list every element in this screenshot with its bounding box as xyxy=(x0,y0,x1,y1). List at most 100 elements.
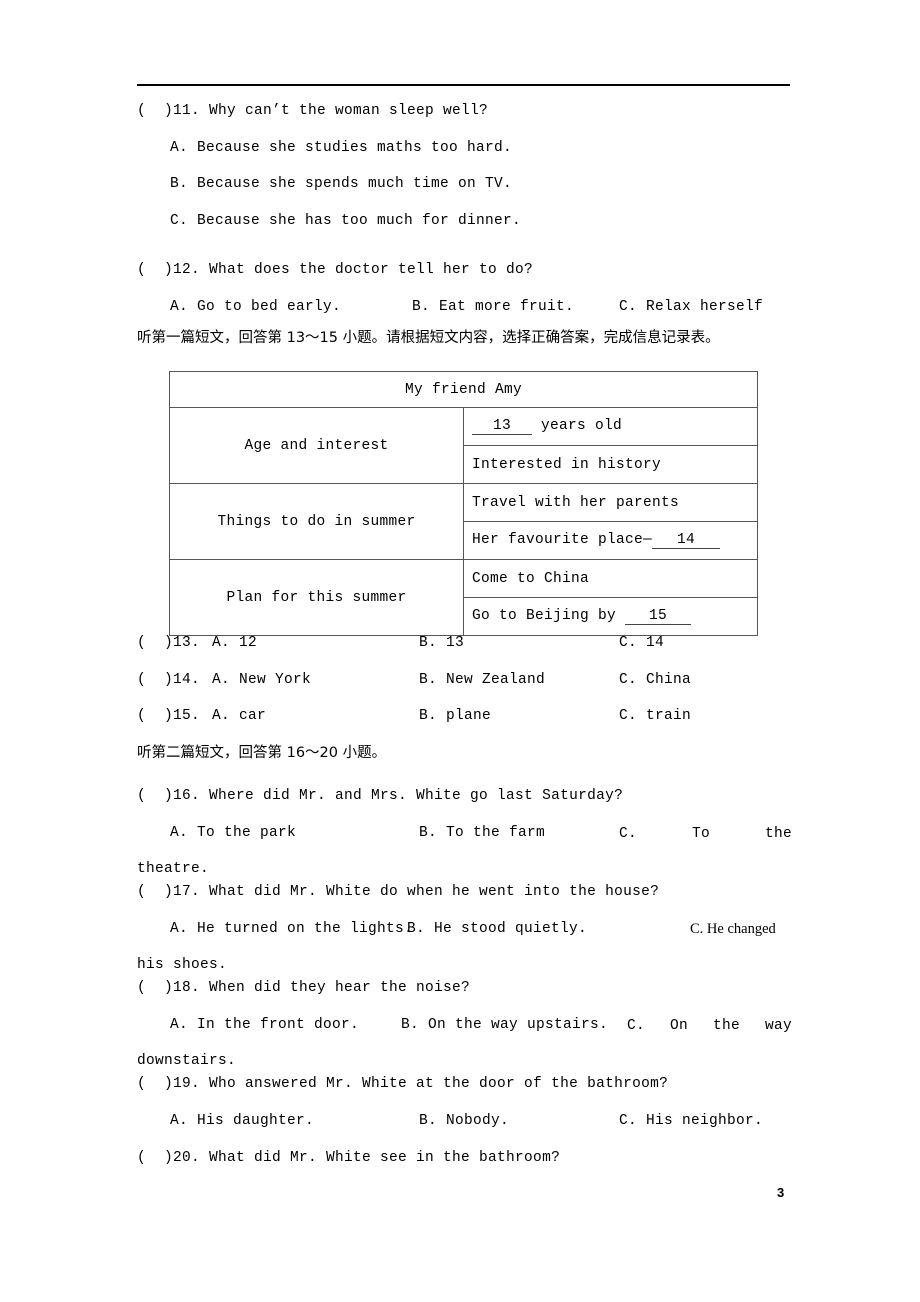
question-13-option-c[interactable]: C. 14 xyxy=(619,636,664,651)
document-page: ( )11. Why can’t the woman sleep well? A… xyxy=(0,0,920,1302)
question-13-stem: ( )13. xyxy=(137,635,201,651)
table-cell-favourite-place: Her favourite place— 14 xyxy=(463,521,758,560)
table-cell-go-to-beijing-prefix: Go to Beijing by xyxy=(472,608,626,624)
question-row: A. He turned on the lights. B. He stood … xyxy=(137,921,792,959)
question-row: ( )13. A. 12 B. 13 C. 14 xyxy=(137,636,792,673)
question-15-option-a[interactable]: A. car xyxy=(212,709,266,724)
question-13-option-b[interactable]: B. 13 xyxy=(419,636,464,651)
question-block-17: ( )17. What did Mr. White do when he wen… xyxy=(137,885,792,988)
question-17-option-a[interactable]: A. He turned on the lights. xyxy=(170,921,413,937)
question-13-option-a[interactable]: A. 12 xyxy=(212,636,257,651)
question-16-option-c[interactable]: C. To the xyxy=(619,826,792,842)
question-row: ( )14. A. New York B. New Zealand C. Chi… xyxy=(137,671,792,710)
table-cell-interest-text: Interested in history xyxy=(472,456,662,473)
question-block-19: ( )19. Who answered Mr. White at the doo… xyxy=(137,1077,792,1150)
question-block-16: ( )16. Where did Mr. and Mrs. White go l… xyxy=(137,789,792,892)
question-14-stem: ( )14. xyxy=(137,671,201,688)
question-row: A. His daughter. B. Nobody. C. His neigh… xyxy=(137,1113,792,1151)
question-18-option-c-part-3: way xyxy=(764,1017,792,1034)
question-15-stem: ( )15. xyxy=(137,708,201,724)
question-row: A. To the park B. To the farm C. To the xyxy=(137,825,792,863)
question-17-option-b[interactable]: B. He stood quietly. xyxy=(407,921,587,937)
question-19-option-c[interactable]: C. His neighbor. xyxy=(619,1113,763,1129)
question-18-option-c[interactable]: C. On the way xyxy=(627,1018,792,1034)
question-row: C. Because she has too much for dinner. xyxy=(137,213,792,251)
listening-instruction-2: 听第二篇短文，回答第 16～20 小题。 xyxy=(137,745,387,761)
question-16-option-c-part-1: To xyxy=(691,825,710,842)
question-row: A. Because she studies maths too hard. xyxy=(137,140,792,178)
question-row: ( )12. What does the doctor tell her to … xyxy=(137,263,792,300)
question-block-20: ( )20. What did Mr. White see in the bat… xyxy=(137,1151,792,1188)
table-row: Plan for this summer Come to China xyxy=(169,559,758,636)
question-15-option-c[interactable]: C. train xyxy=(619,709,691,724)
table-cell-come-to-china: Come to China xyxy=(463,559,758,598)
question-11-option-b[interactable]: B. Because she spends much time on TV. xyxy=(170,177,512,192)
table-title-cell: My friend Amy xyxy=(169,371,758,408)
listening-instruction-1: 听第一篇短文，回答第 13～15 小题。请根据短文内容，选择正确答案，完成信息记… xyxy=(137,330,720,346)
question-11-option-c[interactable]: C. Because she has too much for dinner. xyxy=(170,213,521,229)
answer-blank-13[interactable]: 13 xyxy=(472,418,532,435)
question-18-stem: ( )18. When did they hear the noise? xyxy=(137,980,471,996)
question-14-option-b[interactable]: B. New Zealand xyxy=(419,672,545,688)
table-cell-go-to-beijing: Go to Beijing by 15 xyxy=(463,597,758,636)
question-19-option-a[interactable]: A. His daughter. xyxy=(170,1113,314,1129)
table-cell-age: 13 years old xyxy=(463,407,758,446)
question-16-option-c-part-2: the xyxy=(764,825,792,842)
table-cell-interest: Interested in history xyxy=(463,445,758,484)
question-14-option-a[interactable]: A. New York xyxy=(212,672,311,688)
question-17-stem: ( )17. What did Mr. White do when he wen… xyxy=(137,884,660,900)
question-row: ( )16. Where did Mr. and Mrs. White go l… xyxy=(137,789,792,826)
question-block-12: ( )12. What does the doctor tell her to … xyxy=(137,263,792,336)
question-18-option-c-part-2: the xyxy=(712,1017,740,1034)
table-row: My friend Amy xyxy=(169,371,758,408)
table-cell-age-suffix: years old xyxy=(532,418,623,434)
question-18-option-c-part-0: C. xyxy=(627,1017,646,1034)
question-16-option-c-wrap[interactable]: theatre. xyxy=(137,862,209,877)
question-18-option-c-part-1: On xyxy=(669,1017,688,1034)
question-row: ( )15. A. car B. plane C. train xyxy=(137,709,792,746)
table-cell-travel: Travel with her parents xyxy=(463,483,758,522)
header-divider-rule xyxy=(137,84,790,86)
question-block-13-15: ( )13. A. 12 B. 13 C. 14 ( )14. A. New Y… xyxy=(137,636,792,746)
question-17-option-c-wrap[interactable]: his shoes. xyxy=(137,958,227,973)
answer-blank-15[interactable]: 15 xyxy=(625,608,692,625)
question-11-option-a[interactable]: A. Because she studies maths too hard. xyxy=(170,140,512,156)
table-row: Age and interest 13 years old xyxy=(169,407,758,484)
question-16-option-b[interactable]: B. To the farm xyxy=(419,825,545,841)
question-row: ( )17. What did Mr. White do when he wen… xyxy=(137,885,792,922)
answer-blank-14[interactable]: 14 xyxy=(652,532,721,549)
table-cell-favourite-place-prefix: Her favourite place— xyxy=(472,532,653,548)
question-row: ( )11. Why can’t the woman sleep well? xyxy=(137,104,792,141)
question-18-option-c-wrap[interactable]: downstairs. xyxy=(137,1054,236,1069)
question-row: A. In the front door. B. On the way upst… xyxy=(137,1017,792,1055)
question-18-option-a[interactable]: A. In the front door. xyxy=(170,1017,359,1033)
question-12-option-a[interactable]: A. Go to bed early. xyxy=(170,299,341,315)
question-17-option-c[interactable]: C. He changed xyxy=(690,921,776,937)
question-19-option-b[interactable]: B. Nobody. xyxy=(419,1113,509,1129)
question-row: ( )18. When did they hear the noise? xyxy=(137,981,792,1018)
question-11-stem: ( )11. Why can’t the woman sleep well? xyxy=(137,103,489,119)
table-label-age-interest: Age and interest xyxy=(169,407,464,484)
question-16-option-a[interactable]: A. To the park xyxy=(170,825,296,841)
table-row: Things to do in summer Travel with her p… xyxy=(169,483,758,560)
question-12-option-b[interactable]: B. Eat more fruit. xyxy=(412,299,574,315)
question-block-11: ( )11. Why can’t the woman sleep well? A… xyxy=(137,104,792,250)
question-20-stem: ( )20. What did Mr. White see in the bat… xyxy=(137,1150,561,1166)
question-18-option-b[interactable]: B. On the way upstairs. xyxy=(401,1017,608,1033)
question-12-stem: ( )12. What does the doctor tell her to … xyxy=(137,262,534,278)
question-block-18: ( )18. When did they hear the noise? A. … xyxy=(137,981,792,1084)
info-record-table: My friend Amy Age and interest 13 years … xyxy=(169,371,758,636)
question-19-stem: ( )19. Who answered Mr. White at the doo… xyxy=(137,1076,669,1092)
question-12-option-c[interactable]: C. Relax herself xyxy=(619,299,763,315)
question-16-stem: ( )16. Where did Mr. and Mrs. White go l… xyxy=(137,788,624,804)
table-label-summer-plan: Plan for this summer xyxy=(169,559,464,636)
page-number: 3 xyxy=(777,1185,785,1200)
listening-instruction-1-wrap: 听第一篇短文，回答第 13～15 小题。请根据短文内容，选择正确答案，完成信息记… xyxy=(137,331,792,346)
question-15-option-b[interactable]: B. plane xyxy=(419,709,491,724)
listening-instruction-2-wrap: 听第二篇短文，回答第 16～20 小题。 xyxy=(137,746,792,761)
question-16-option-c-part-0: C. xyxy=(619,825,638,842)
question-14-option-c[interactable]: C. China xyxy=(619,672,691,688)
table-label-summer-things: Things to do in summer xyxy=(169,483,464,560)
question-row: ( )19. Who answered Mr. White at the doo… xyxy=(137,1077,792,1114)
question-row: ( )20. What did Mr. White see in the bat… xyxy=(137,1151,792,1188)
